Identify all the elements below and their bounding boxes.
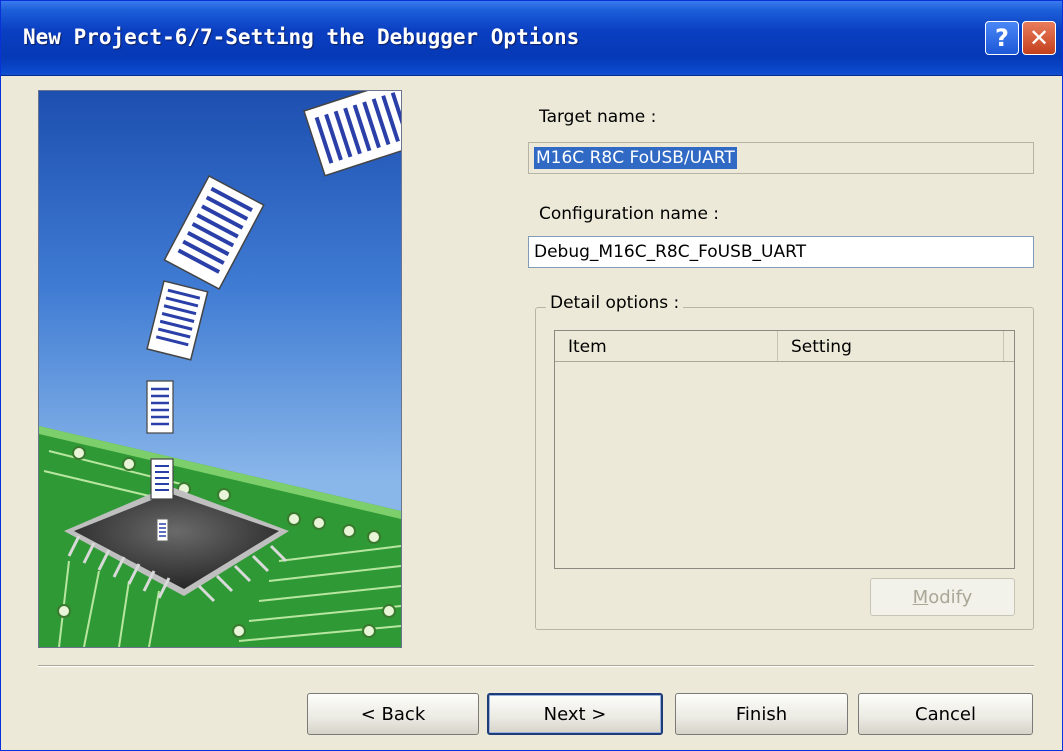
close-icon: ✕ [1028,24,1050,52]
dialog-window: New Project-6/7-Setting the Debugger Opt… [0,0,1063,751]
column-header-item[interactable]: Item [555,331,778,361]
target-name-value: M16C R8C FoUSB/UART [534,147,737,169]
target-name-label: Target name : [539,107,657,127]
configuration-name-label: Configuration name : [539,204,720,224]
help-icon: ? [995,24,1009,52]
modify-button[interactable]: Modify [870,578,1015,616]
modify-mnemonic: M [912,586,929,608]
title-bar[interactable]: New Project-6/7-Setting the Debugger Opt… [1,1,1062,76]
column-header-setting[interactable]: Setting [778,331,1004,361]
button-separator [38,665,1034,667]
modify-label: odify [928,586,973,608]
detail-options-label: Detail options : [546,293,684,313]
window-title: New Project-6/7-Setting the Debugger Opt… [23,25,580,49]
target-name-field[interactable]: M16C R8C FoUSB/UART [528,142,1034,174]
close-button[interactable]: ✕ [1022,21,1056,55]
cancel-button[interactable]: Cancel [858,693,1033,735]
chip-download-illustration [39,91,401,647]
detail-options-list[interactable]: Item Setting [554,330,1015,569]
back-button[interactable]: < Back [307,693,479,735]
finish-button[interactable]: Finish [675,693,848,735]
wizard-illustration [38,90,402,648]
next-button[interactable]: Next > [487,693,663,735]
configuration-name-input[interactable]: Debug_M16C_R8C_FoUSB_UART [528,236,1034,268]
list-header: Item Setting [555,331,1014,362]
help-button[interactable]: ? [985,21,1019,55]
